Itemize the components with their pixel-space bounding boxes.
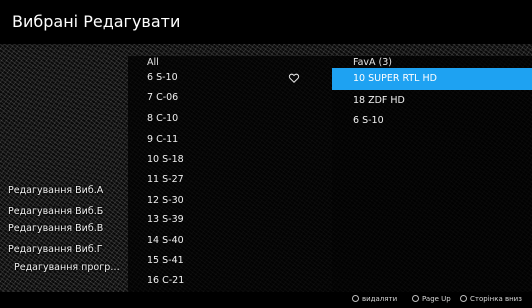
fav-channel-label: 10 SUPER RTL HD xyxy=(353,73,437,84)
channel-row[interactable]: 7 C-06 xyxy=(128,90,332,108)
fav-channel-row[interactable]: 6 S-10 xyxy=(332,110,532,132)
channel-label: 14 S-40 xyxy=(147,235,184,246)
page-down-hint: Сторінка вниз xyxy=(460,294,522,305)
hint-bar: видаляти Page Up Сторінка вниз xyxy=(0,292,532,308)
channel-row[interactable]: 15 S-41 xyxy=(128,253,332,271)
channel-label: 9 C-11 xyxy=(147,134,179,145)
all-channels-list[interactable]: All 6 S-10 7 C-06 8 C-10 9 C-11 10 S-18 … xyxy=(128,56,332,292)
sidebar-item-label: Редагування Виб.Б xyxy=(8,206,104,217)
fav-list-header: FavA (3) xyxy=(353,57,393,68)
channel-row[interactable]: 14 S-40 xyxy=(128,233,332,251)
tv-screen: Вибрані Редагувати Редагування Виб.А Ред… xyxy=(0,0,532,308)
sidebar-item-label: Редагування Виб.Г xyxy=(8,244,103,255)
channel-label: 6 S-10 xyxy=(147,72,178,83)
channel-label: 7 C-06 xyxy=(147,92,179,103)
delete-key-icon xyxy=(352,294,359,302)
page-up-hint-label: Page Up xyxy=(422,295,451,303)
channel-label: 16 C-21 xyxy=(147,275,185,286)
channel-row[interactable]: 13 S-39 xyxy=(128,212,332,230)
page-title: Вибрані Редагувати xyxy=(12,12,181,31)
sidebar-item-edit-programs[interactable]: Редагування програм... xyxy=(14,262,124,273)
favorites-list[interactable]: FavA (3) 10 SUPER RTL HD 18 ZDF HD 6 S-1… xyxy=(332,56,532,292)
page-down-hint-label: Сторінка вниз xyxy=(470,295,522,303)
delete-hint-label: видаляти xyxy=(362,295,398,303)
fav-channel-row-selected[interactable]: 10 SUPER RTL HD xyxy=(332,68,532,90)
title-bar: Вибрані Редагувати xyxy=(0,0,532,44)
channel-row[interactable]: 9 C-11 xyxy=(128,132,332,150)
channel-label: 8 C-10 xyxy=(147,113,179,124)
heart-icon xyxy=(288,73,300,83)
delete-hint: видаляти xyxy=(352,294,398,305)
page-up-hint: Page Up xyxy=(412,294,451,305)
channel-label: 12 S-30 xyxy=(147,195,184,206)
sidebar-item-edit-fav-a[interactable]: Редагування Виб.А xyxy=(8,185,124,196)
sidebar-item-label: Редагування Виб.А xyxy=(8,185,104,196)
sidebar-item-edit-fav-d[interactable]: Редагування Виб.Г xyxy=(8,244,124,255)
channel-row[interactable]: 16 C-21 xyxy=(128,273,332,291)
fav-channel-row[interactable]: 18 ZDF HD xyxy=(332,90,532,112)
sidebar-item-edit-fav-b[interactable]: Редагування Виб.Б xyxy=(8,206,124,217)
channel-row[interactable]: 6 S-10 xyxy=(128,70,332,88)
channel-label: 10 S-18 xyxy=(147,154,184,165)
sidebar-item-label: Редагування Виб.В xyxy=(8,223,104,234)
page-down-key-icon xyxy=(460,294,467,302)
channel-row[interactable]: 10 S-18 xyxy=(128,152,332,170)
all-list-header: All xyxy=(147,57,159,68)
fav-channel-label: 18 ZDF HD xyxy=(353,95,405,106)
fav-channel-label: 6 S-10 xyxy=(353,115,384,126)
channel-row[interactable]: 8 C-10 xyxy=(128,111,332,129)
channel-label: 13 S-39 xyxy=(147,214,184,225)
channel-row[interactable]: 11 S-27 xyxy=(128,172,332,190)
channel-label: 15 S-41 xyxy=(147,255,184,266)
sidebar-item-label: Редагування програм... xyxy=(14,262,124,273)
page-up-key-icon xyxy=(412,294,419,302)
sidebar-item-edit-fav-c[interactable]: Редагування Виб.В xyxy=(8,223,124,234)
channel-row[interactable]: 12 S-30 xyxy=(128,193,332,211)
channel-label: 11 S-27 xyxy=(147,174,184,185)
